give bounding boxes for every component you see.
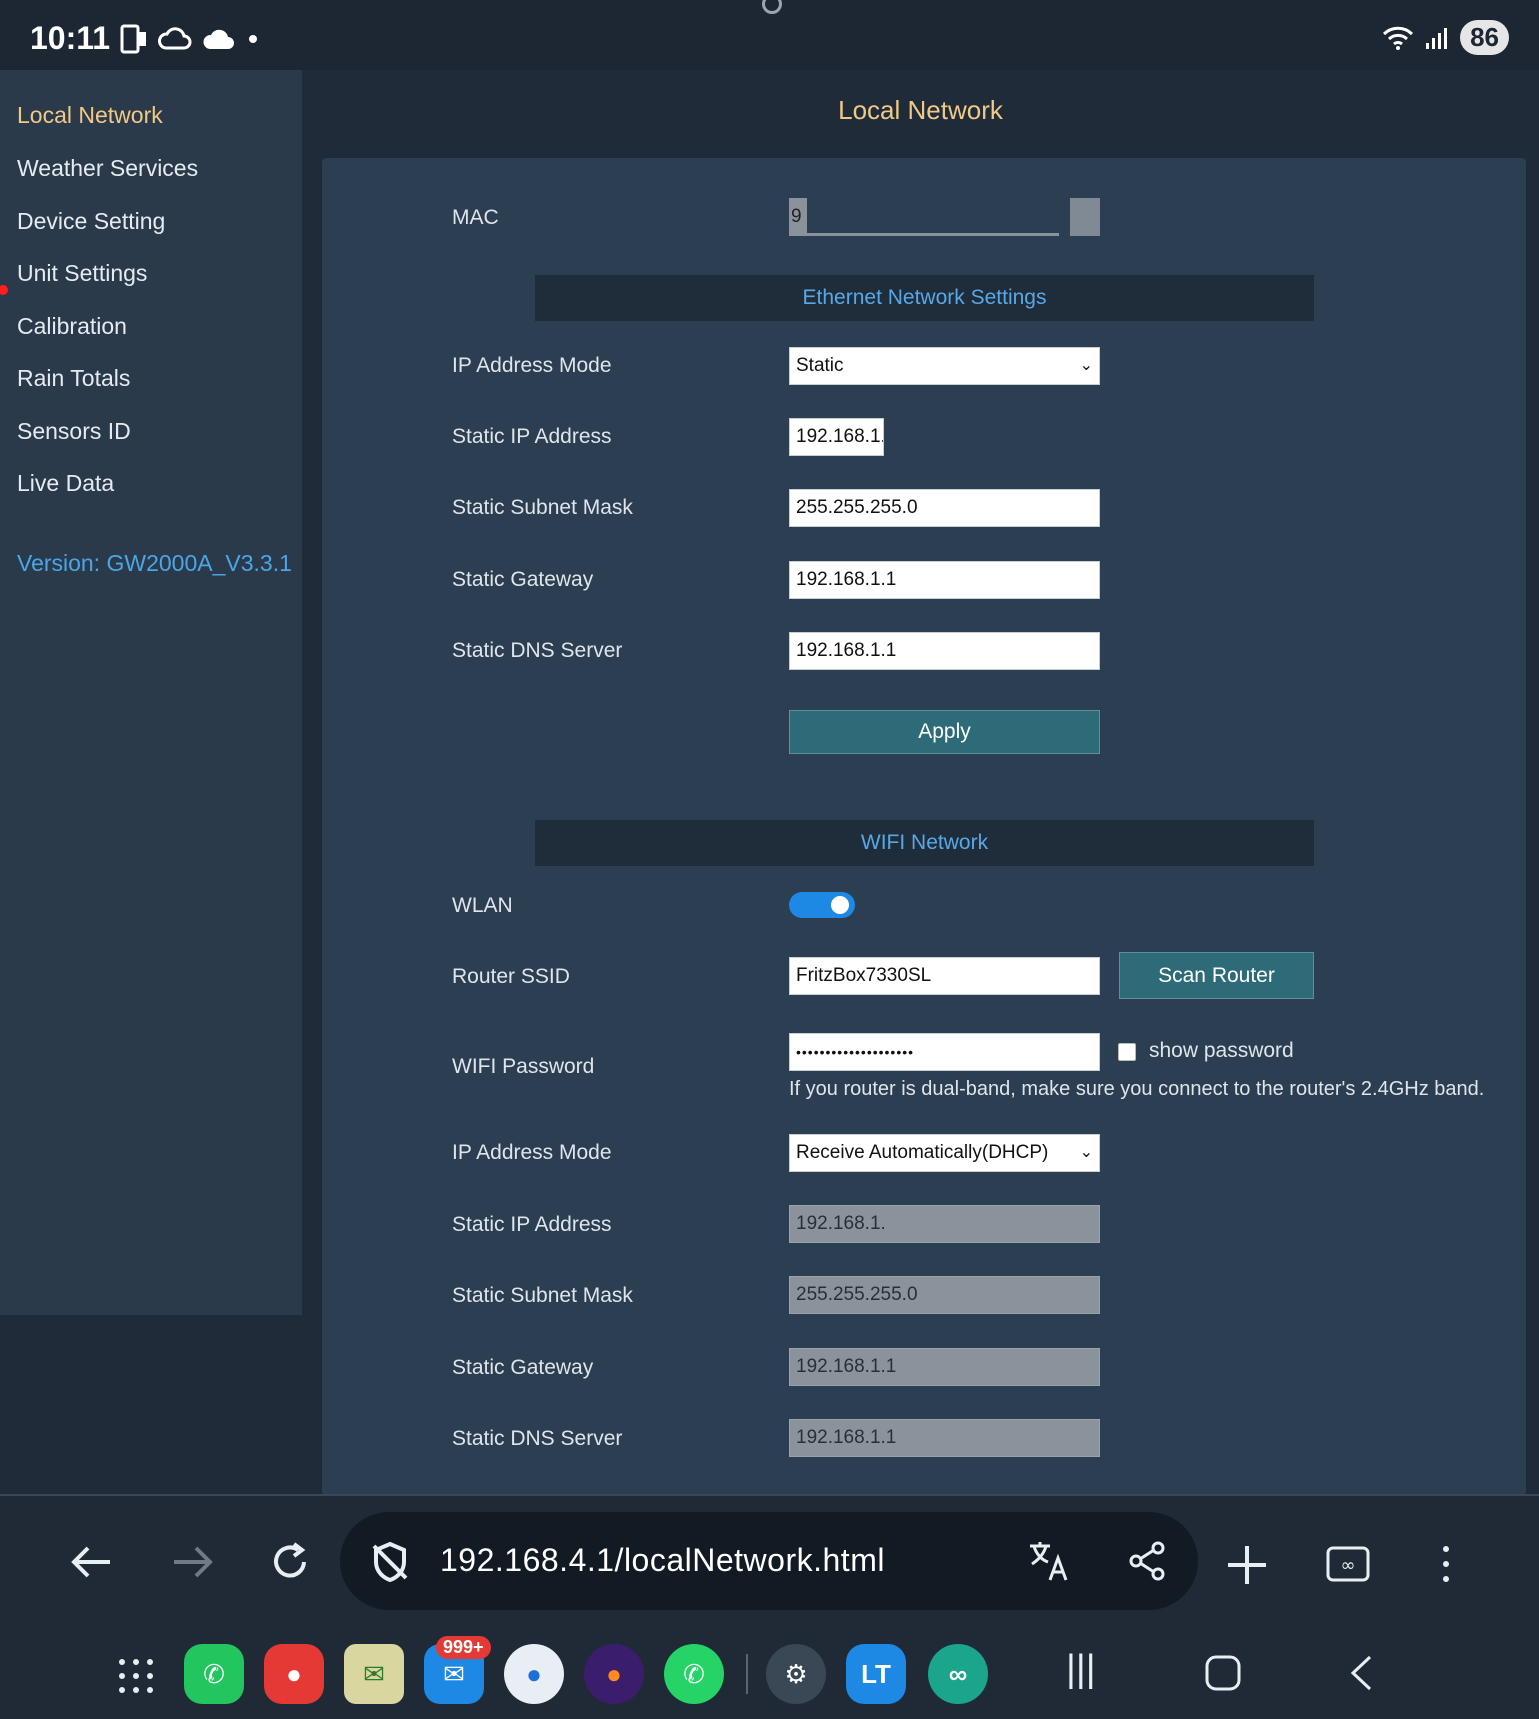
shield-off-icon[interactable] bbox=[368, 1540, 412, 1584]
app-grid-icon[interactable] bbox=[118, 1658, 154, 1694]
sidebar-item-weather-services[interactable]: Weather Services bbox=[17, 155, 198, 182]
notification-dot-icon bbox=[249, 35, 257, 43]
sidebar-item-unit-settings[interactable]: Unit Settings bbox=[17, 260, 147, 287]
nav-indicator-dot bbox=[0, 285, 8, 295]
sidebar-item-local-network[interactable]: Local Network bbox=[17, 102, 163, 129]
whatsapp-app-icon[interactable]: ✆ bbox=[664, 1644, 724, 1704]
battery-level: 86 bbox=[1460, 20, 1509, 55]
device-icon bbox=[120, 24, 146, 54]
wifi-ip-mode-label: IP Address Mode bbox=[452, 1141, 612, 1164]
signal-icon bbox=[1426, 27, 1448, 49]
wifi-static-ip-label: Static IP Address bbox=[452, 1213, 612, 1236]
wifi-ip-mode-select[interactable]: Receive Automatically(DHCP) ⌄ bbox=[789, 1134, 1100, 1172]
eth-ip-mode-label: IP Address Mode bbox=[452, 354, 612, 377]
eth-ip-mode-value: Static bbox=[796, 355, 844, 376]
wifi-icon bbox=[1383, 26, 1414, 50]
dual-band-hint: If you router is dual-band, make sure yo… bbox=[789, 1078, 1485, 1100]
sidebar-item-calibration[interactable]: Calibration bbox=[17, 313, 127, 340]
browser-toolbar: 192.168.4.1/localNetwork.html ∞ bbox=[0, 1494, 1539, 1630]
mac-value: 9 bbox=[789, 198, 807, 236]
sidebar-item-sensors-id[interactable]: Sensors ID bbox=[17, 418, 131, 445]
url-text[interactable]: 192.168.4.1/localNetwork.html bbox=[440, 1542, 885, 1579]
sidebar-item-device-setting[interactable]: Device Setting bbox=[17, 208, 165, 235]
show-password-label: show password bbox=[1149, 1039, 1294, 1062]
ethernet-section-header: Ethernet Network Settings bbox=[535, 275, 1314, 321]
cloud-icon bbox=[203, 29, 234, 49]
translate-icon[interactable] bbox=[1026, 1538, 1072, 1584]
firmware-version: Version: GW2000A_V3.3.1 bbox=[17, 550, 292, 576]
page-title: Local Network bbox=[838, 95, 1003, 125]
home-icon[interactable] bbox=[1204, 1654, 1242, 1692]
wifi-gateway-label: Static Gateway bbox=[452, 1356, 594, 1379]
tabs-icon[interactable]: ∞ bbox=[1326, 1546, 1370, 1582]
eth-subnet-input[interactable]: 255.255.255.0 bbox=[789, 489, 1100, 527]
phone-app-icon[interactable]: ✆ bbox=[184, 1644, 244, 1704]
wifi-dns-input: 192.168.1.1 bbox=[789, 1419, 1100, 1457]
lt-app-icon[interactable]: LT bbox=[846, 1644, 906, 1704]
apply-button[interactable]: Apply bbox=[789, 710, 1100, 754]
wifi-dns-label: Static DNS Server bbox=[452, 1427, 623, 1450]
chevron-down-icon: ⌄ bbox=[1079, 1144, 1093, 1161]
cloud-outline-icon bbox=[158, 27, 192, 50]
router-ssid-label: Router SSID bbox=[452, 965, 570, 988]
wifi-subnet-input: 255.255.255.0 bbox=[789, 1276, 1100, 1314]
app-dock: ✆ ● ✉ ✉ 999+ ● ● ✆ ⚙ LT ∞ ||| bbox=[0, 1628, 1539, 1719]
eth-dns-label: Static DNS Server bbox=[452, 639, 623, 662]
more-menu-icon[interactable] bbox=[1436, 1544, 1456, 1584]
sidebar-item-live-data[interactable]: Live Data bbox=[17, 470, 114, 497]
status-time: 10:11 bbox=[30, 20, 111, 56]
eth-static-ip-input[interactable]: 192.168.1. bbox=[789, 418, 884, 456]
recent-apps-icon[interactable]: ||| bbox=[1066, 1650, 1096, 1688]
wlan-toggle[interactable] bbox=[789, 892, 855, 918]
reload-icon[interactable] bbox=[268, 1540, 312, 1584]
firefox-app-icon[interactable]: ● bbox=[584, 1644, 644, 1704]
forward-arrow-icon[interactable] bbox=[170, 1544, 214, 1580]
wifi-password-label: WIFI Password bbox=[452, 1055, 595, 1078]
nav-back-icon[interactable] bbox=[1348, 1654, 1374, 1692]
wifi-gateway-input: 192.168.1.1 bbox=[789, 1348, 1100, 1386]
mac-label: MAC bbox=[452, 206, 499, 229]
sidebar: Local Network Weather Services Device Se… bbox=[0, 70, 302, 1315]
sidebar-item-rain-totals[interactable]: Rain Totals bbox=[17, 365, 130, 392]
messages-app-icon[interactable]: ● bbox=[504, 1644, 564, 1704]
eth-subnet-label: Static Subnet Mask bbox=[452, 496, 633, 519]
wifi-ip-mode-value: Receive Automatically(DHCP) bbox=[796, 1142, 1049, 1163]
dock-divider bbox=[746, 1654, 748, 1694]
arduino-app-icon[interactable]: ∞ bbox=[928, 1644, 988, 1704]
scan-router-button[interactable]: Scan Router bbox=[1119, 952, 1314, 999]
eth-gateway-input[interactable]: 192.168.1.1 bbox=[789, 561, 1100, 599]
back-arrow-icon[interactable] bbox=[70, 1544, 114, 1580]
wlan-label: WLAN bbox=[452, 894, 513, 917]
wifi-password-input[interactable]: •••••••••••••••••••• bbox=[789, 1033, 1100, 1071]
settings-gear-icon[interactable]: ⚙ bbox=[766, 1644, 826, 1704]
status-bar: 10:11 86 bbox=[0, 0, 1539, 70]
new-tab-plus-icon[interactable] bbox=[1226, 1544, 1268, 1586]
eth-dns-input[interactable]: 192.168.1.1 bbox=[789, 632, 1100, 670]
mail-badge: 999+ bbox=[436, 1636, 491, 1659]
toggle-knob bbox=[831, 896, 849, 914]
chevron-down-icon: ⌄ bbox=[1079, 357, 1093, 374]
camera-cutout bbox=[762, 0, 782, 14]
eth-gateway-label: Static Gateway bbox=[452, 568, 594, 591]
router-ssid-input[interactable]: FritzBox7330SL bbox=[789, 957, 1100, 995]
share-icon[interactable] bbox=[1126, 1540, 1168, 1582]
wifi-static-ip-input: 192.168.1. bbox=[789, 1205, 1100, 1243]
wifi-section-header: WIFI Network bbox=[535, 820, 1314, 866]
eth-static-ip-label: Static IP Address bbox=[452, 425, 612, 448]
wifi-subnet-label: Static Subnet Mask bbox=[452, 1284, 633, 1307]
show-password-checkbox[interactable] bbox=[1118, 1043, 1136, 1061]
eth-ip-mode-select[interactable]: Static ⌄ bbox=[789, 347, 1100, 385]
mac-field: 9 bbox=[789, 198, 1100, 236]
contacts-app-icon[interactable]: ● bbox=[264, 1644, 324, 1704]
email-check-app-icon[interactable]: ✉ bbox=[344, 1644, 404, 1704]
address-bar[interactable]: 192.168.4.1/localNetwork.html bbox=[340, 1512, 1198, 1610]
svg-text:∞: ∞ bbox=[1341, 1555, 1356, 1576]
